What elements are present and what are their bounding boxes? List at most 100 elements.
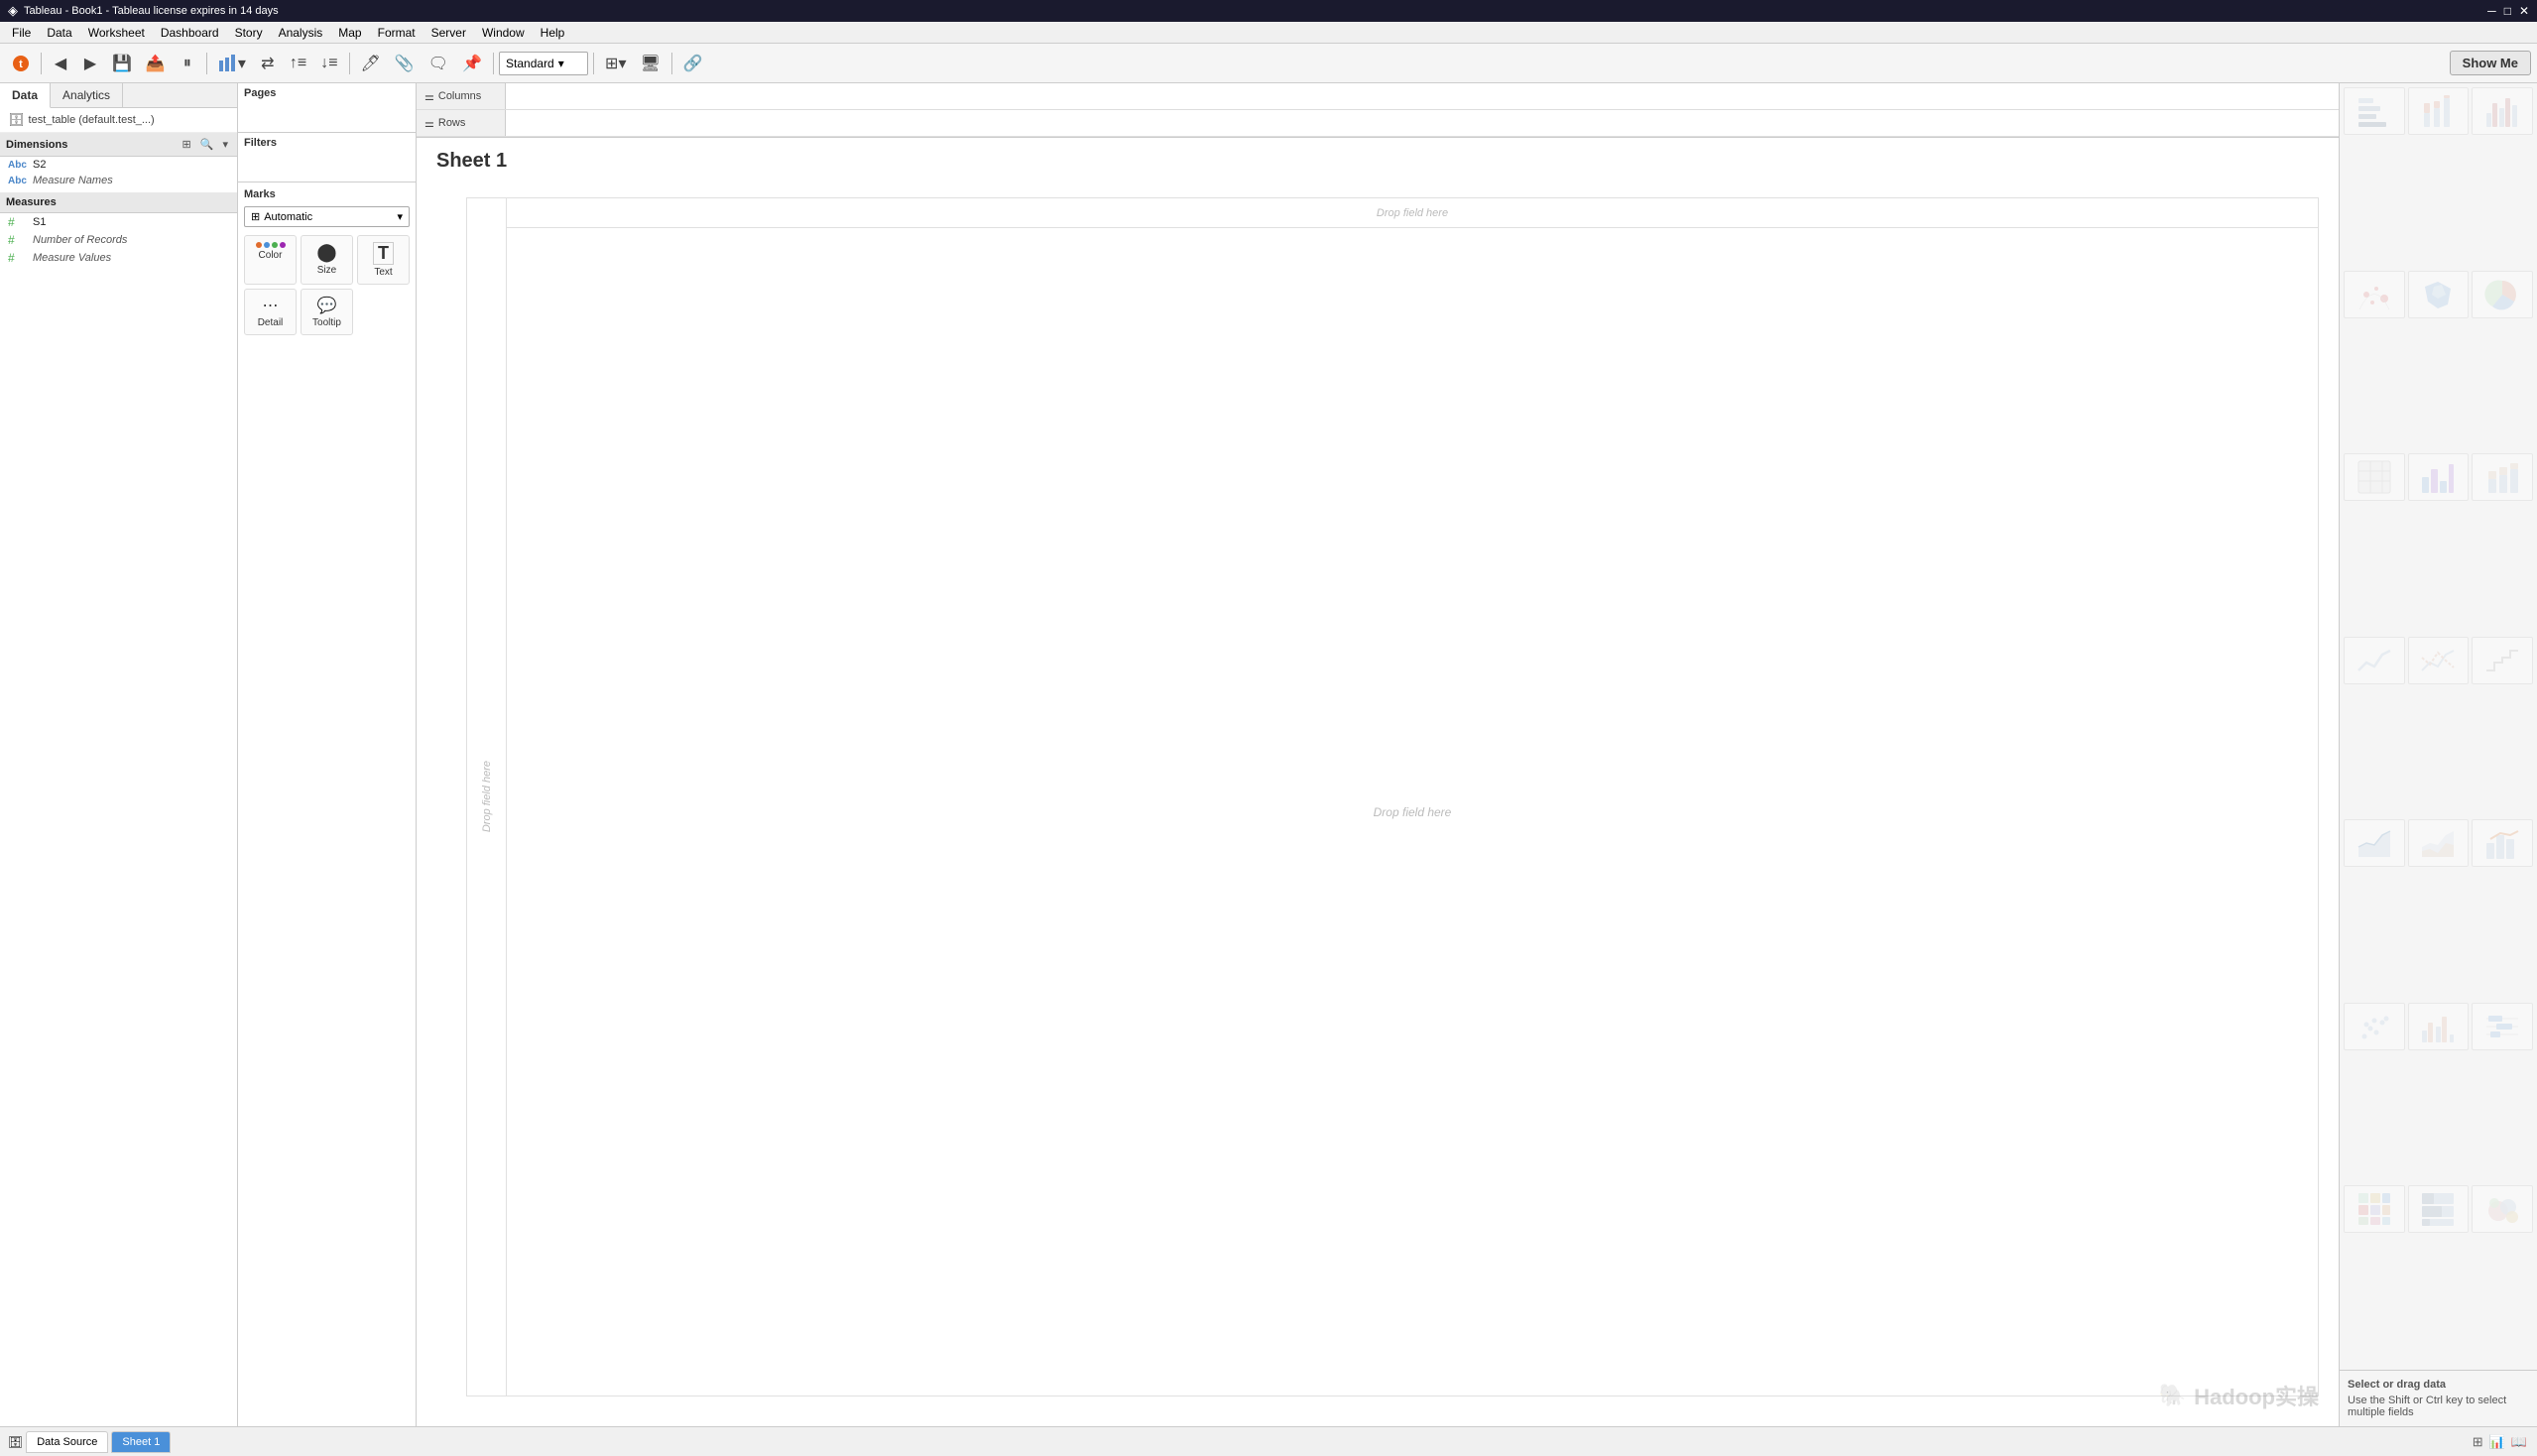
field-measure-names[interactable]: Abc Measure Names (0, 173, 237, 188)
database-icon: 🗄 (8, 112, 25, 128)
menu-format[interactable]: Format (370, 24, 423, 42)
marks-detail-button[interactable]: ⋯ Detail (244, 289, 297, 335)
maximize-button[interactable]: □ (2504, 4, 2511, 18)
show-me-button[interactable]: Show Me (2450, 51, 2531, 75)
chart-text-table[interactable] (2344, 453, 2405, 501)
chart-choropleth[interactable] (2408, 271, 2470, 318)
menu-help[interactable]: Help (533, 24, 573, 42)
new-sheet-button[interactable]: ⊞ (2471, 1432, 2485, 1452)
field-s1[interactable]: # S1 (0, 213, 237, 231)
chart-line-step[interactable] (2472, 637, 2533, 684)
share-button[interactable]: 🔗 (677, 49, 709, 78)
dimensions-search[interactable]: 🔍 (197, 137, 217, 152)
marks-type-dropdown[interactable]: ⊞ Automatic ▾ (244, 206, 410, 227)
forward-button[interactable]: ▶ (76, 49, 104, 78)
rows-content[interactable] (506, 110, 2339, 136)
back-button[interactable]: ◀ (47, 49, 74, 78)
dimensions-grid-view[interactable]: ⊞ (180, 137, 194, 152)
menu-dashboard[interactable]: Dashboard (153, 24, 227, 42)
center-drop-zone[interactable]: Drop field here (507, 228, 2318, 1395)
toolbar-separator-4 (493, 53, 494, 74)
middle-panel: Pages Filters Marks ⊞ Automatic ▾ (238, 83, 417, 1426)
menu-worksheet[interactable]: Worksheet (80, 24, 153, 42)
chart-bar-horiz[interactable] (2344, 87, 2405, 135)
chart-bar-grouped2[interactable] (2408, 1003, 2470, 1050)
tab-analytics[interactable]: Analytics (51, 83, 123, 107)
field-name-number-of-records: Number of Records (33, 234, 127, 246)
field-name-measure-names: Measure Names (33, 175, 113, 186)
marks-dropdown-arrow: ▾ (397, 210, 403, 223)
view-button[interactable]: ⊞▾ (599, 49, 632, 78)
swap-button[interactable]: ⇄ (254, 49, 282, 78)
menu-window[interactable]: Window (474, 24, 533, 42)
chart-line[interactable] (2344, 637, 2405, 684)
menu-analysis[interactable]: Analysis (271, 24, 331, 42)
tableau-home-button[interactable]: t (6, 49, 36, 78)
tab-data[interactable]: Data (0, 83, 51, 108)
chart-scatter-map[interactable] (2344, 271, 2405, 318)
field-measure-values[interactable]: # Measure Values (0, 249, 237, 267)
shelves: ⚌ Columns ⚌ Rows (417, 83, 2339, 138)
sort-desc-button[interactable]: ↓≡ (314, 49, 343, 78)
menu-data[interactable]: Data (39, 24, 79, 42)
text-label: Text (374, 267, 392, 278)
chart-bar-vert-stacked[interactable] (2472, 453, 2533, 501)
menu-map[interactable]: Map (330, 24, 369, 42)
chart-side-bar[interactable] (2472, 87, 2533, 135)
toolbar-separator-1 (41, 53, 42, 74)
marks-tooltip-button[interactable]: 💬 Tooltip (301, 289, 353, 335)
chart-type-button[interactable]: ▾ (212, 49, 252, 78)
standard-dropdown[interactable]: Standard ▾ (499, 52, 588, 75)
minimize-button[interactable]: ─ (2487, 4, 2496, 18)
columns-label: ⚌ Columns (417, 83, 506, 109)
marks-size-button[interactable]: ⬤ Size (301, 235, 353, 285)
data-source-name[interactable]: test_table (default.test_...) (29, 114, 155, 126)
menu-server[interactable]: Server (423, 24, 474, 42)
field-s2[interactable]: Abc S2 (0, 157, 237, 173)
measures-label: Measures (6, 196, 57, 208)
pages-label: Pages (244, 87, 410, 99)
marks-color-button[interactable]: Color (244, 235, 297, 285)
left-drop-zone[interactable]: Drop field here (467, 198, 507, 1395)
annotation-button[interactable]: 📎 (389, 49, 421, 78)
device-button[interactable]: 🖥 (634, 49, 665, 78)
field-number-of-records[interactable]: # Number of Records (0, 231, 237, 249)
rows-shelf: ⚌ Rows (417, 110, 2339, 137)
chart-stacked-bar[interactable] (2408, 87, 2470, 135)
chart-area-discrete[interactable] (2408, 819, 2470, 867)
pin-button[interactable]: 📌 (456, 49, 488, 78)
pause-button[interactable]: ⏸ (174, 49, 201, 78)
detail-icon: ⋯ (263, 296, 279, 315)
chart-scatter[interactable] (2344, 1003, 2405, 1050)
tooltip-button[interactable]: 🗨 (423, 49, 454, 78)
top-drop-zone[interactable]: Drop field here (507, 198, 2318, 228)
data-source-tab[interactable]: Data Source (26, 1431, 108, 1453)
new-story-button[interactable]: 📖 (2509, 1432, 2529, 1452)
field-type-hash-icon-3: # (8, 251, 28, 265)
chart-bar-combo[interactable] (2472, 819, 2533, 867)
sort-asc-button[interactable]: ↑≡ (284, 49, 312, 78)
chart-bar-norm[interactable] (2408, 1185, 2470, 1233)
chart-gantt[interactable] (2472, 1003, 2533, 1050)
highlight-button[interactable]: 🖊 (355, 49, 387, 78)
marks-text-button[interactable]: T Text (357, 235, 410, 285)
new-dashboard-button[interactable]: 📊 (2487, 1432, 2507, 1452)
chart-highlight-table[interactable] (2344, 1185, 2405, 1233)
sheet-1-tab[interactable]: Sheet 1 (111, 1431, 171, 1453)
chart-area[interactable] (2344, 819, 2405, 867)
save-button[interactable]: 💾 (106, 49, 138, 78)
columns-content[interactable] (506, 83, 2339, 109)
chart-line-dual[interactable] (2408, 637, 2470, 684)
top-drop-text: Drop field here (1377, 207, 1448, 219)
chart-pie[interactable] (2472, 271, 2533, 318)
marks-label: Marks (244, 188, 410, 200)
chart-bubble[interactable] (2472, 1185, 2533, 1233)
menu-file[interactable]: File (4, 24, 39, 42)
left-panel: Data Analytics 🗄 test_table (default.tes… (0, 83, 238, 1426)
chart-bar-vert[interactable] (2408, 453, 2470, 501)
menu-story[interactable]: Story (227, 24, 271, 42)
dimensions-dropdown[interactable]: ▾ (219, 137, 231, 152)
close-button[interactable]: ✕ (2519, 4, 2529, 18)
publish-button[interactable]: 📤 (140, 49, 172, 78)
marks-type-label: Automatic (264, 211, 312, 223)
